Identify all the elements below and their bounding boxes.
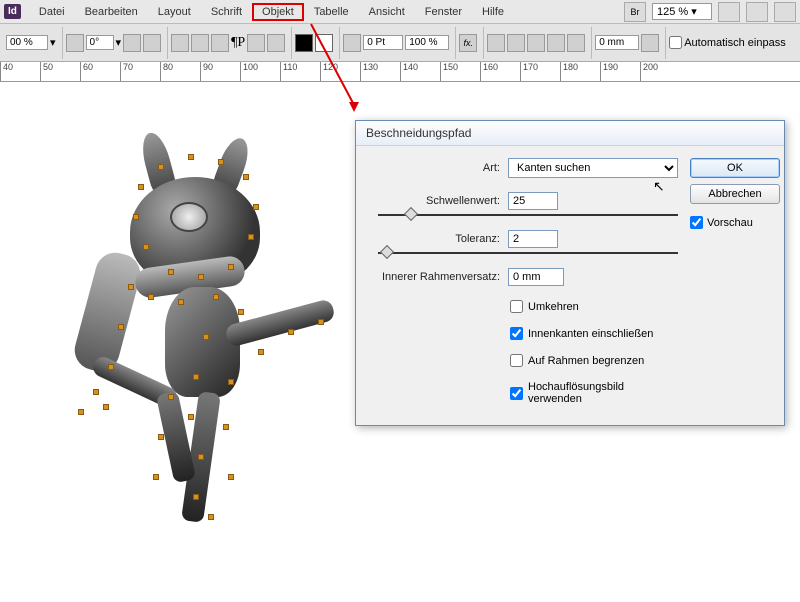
clipping-path-dialog: Beschneidungspfad Art: Kanten suchen Sch… <box>355 120 785 426</box>
screen-mode-icon[interactable] <box>718 2 740 22</box>
horizontal-ruler: 4050607080901001101201301401501601701801… <box>0 62 800 82</box>
menubar: Id Datei Bearbeiten Layout Schrift Objek… <box>0 0 800 24</box>
menu-extras: Br 125 % ▾ <box>624 2 796 22</box>
tool-icon[interactable] <box>211 34 229 52</box>
limit-frame-label: Auf Rahmen begrenzen <box>528 355 644 367</box>
wrap-icon[interactable] <box>527 34 545 52</box>
threshold-label: Schwellenwert: <box>370 195 500 207</box>
dropdown-icon[interactable]: ▾ <box>116 36 122 49</box>
dialog-title: Beschneidungspfad <box>356 121 784 146</box>
flip-v-icon[interactable] <box>143 34 161 52</box>
menu-datei[interactable]: Datei <box>29 3 75 21</box>
bridge-button[interactable]: Br <box>624 2 646 22</box>
workspace-icon[interactable] <box>774 2 796 22</box>
tolerance-label: Toleranz: <box>370 233 500 245</box>
flip-h-icon[interactable] <box>123 34 141 52</box>
menu-tabelle[interactable]: Tabelle <box>304 3 359 21</box>
cancel-button[interactable]: Abbrechen <box>690 184 780 204</box>
wrap-icon[interactable] <box>507 34 525 52</box>
menu-fenster[interactable]: Fenster <box>415 3 472 21</box>
menu-schrift[interactable]: Schrift <box>201 3 252 21</box>
hires-label: Hochauflösungsbild verwenden <box>528 381 678 405</box>
inset-label: Innerer Rahmenversatz: <box>370 271 500 283</box>
app-icon: Id <box>4 4 21 19</box>
tool-icon[interactable] <box>267 34 285 52</box>
dropdown-icon[interactable]: ▾ <box>50 36 56 49</box>
menu-bearbeiten[interactable]: Bearbeiten <box>75 3 148 21</box>
type-label: Art: <box>370 162 500 174</box>
tolerance-input[interactable] <box>508 230 558 248</box>
paragraph-style-icon[interactable]: ¶P <box>231 35 245 51</box>
invert-checkbox[interactable] <box>510 300 523 313</box>
preview-label: Vorschau <box>707 217 753 229</box>
autofit-checkbox[interactable] <box>669 36 682 49</box>
invert-label: Umkehren <box>528 301 579 313</box>
menu-hilfe[interactable]: Hilfe <box>472 3 514 21</box>
wrap-icon[interactable] <box>567 34 585 52</box>
ok-button[interactable]: OK <box>690 158 780 178</box>
inner-edges-label: Innenkanten einschließen <box>528 328 653 340</box>
annotation-arrow-head <box>349 102 359 112</box>
hires-checkbox[interactable] <box>510 387 523 400</box>
type-select[interactable]: Kanten suchen <box>508 158 678 178</box>
rotate-icon[interactable] <box>66 34 84 52</box>
fill-swatch[interactable] <box>295 34 313 52</box>
menu-layout[interactable]: Layout <box>148 3 201 21</box>
menu-ansicht[interactable]: Ansicht <box>359 3 415 21</box>
wrap-icon[interactable] <box>547 34 565 52</box>
inset-input[interactable] <box>508 268 564 286</box>
wrap-icon[interactable] <box>487 34 505 52</box>
opacity-input[interactable] <box>6 35 48 50</box>
cursor-icon: ↖ <box>653 178 665 195</box>
scale-input[interactable] <box>405 35 449 50</box>
offset-input[interactable] <box>595 35 639 50</box>
placed-image[interactable] <box>20 122 360 582</box>
limit-frame-checkbox[interactable] <box>510 354 523 367</box>
control-toolbar: ▾ ▾ ¶P fx. Automatisch ein <box>0 24 800 62</box>
angle-input[interactable] <box>86 35 114 50</box>
inner-edges-checkbox[interactable] <box>510 327 523 340</box>
tool-icon[interactable] <box>191 34 209 52</box>
fx-icon[interactable]: fx. <box>459 34 477 52</box>
tool-icon[interactable] <box>641 34 659 52</box>
threshold-slider[interactable] <box>378 214 678 216</box>
preview-checkbox[interactable] <box>690 216 703 229</box>
tool-icon[interactable] <box>171 34 189 52</box>
menu-objekt[interactable]: Objekt <box>252 3 304 21</box>
stroke-weight-input[interactable] <box>363 35 403 50</box>
zoom-select[interactable]: 125 % ▾ <box>652 3 712 20</box>
tool-icon[interactable] <box>247 34 265 52</box>
threshold-input[interactable] <box>508 192 558 210</box>
arrange-icon[interactable] <box>746 2 768 22</box>
autofit-label: Automatisch einpass <box>684 37 786 49</box>
tolerance-slider[interactable] <box>378 252 678 254</box>
stroke-icon[interactable] <box>343 34 361 52</box>
